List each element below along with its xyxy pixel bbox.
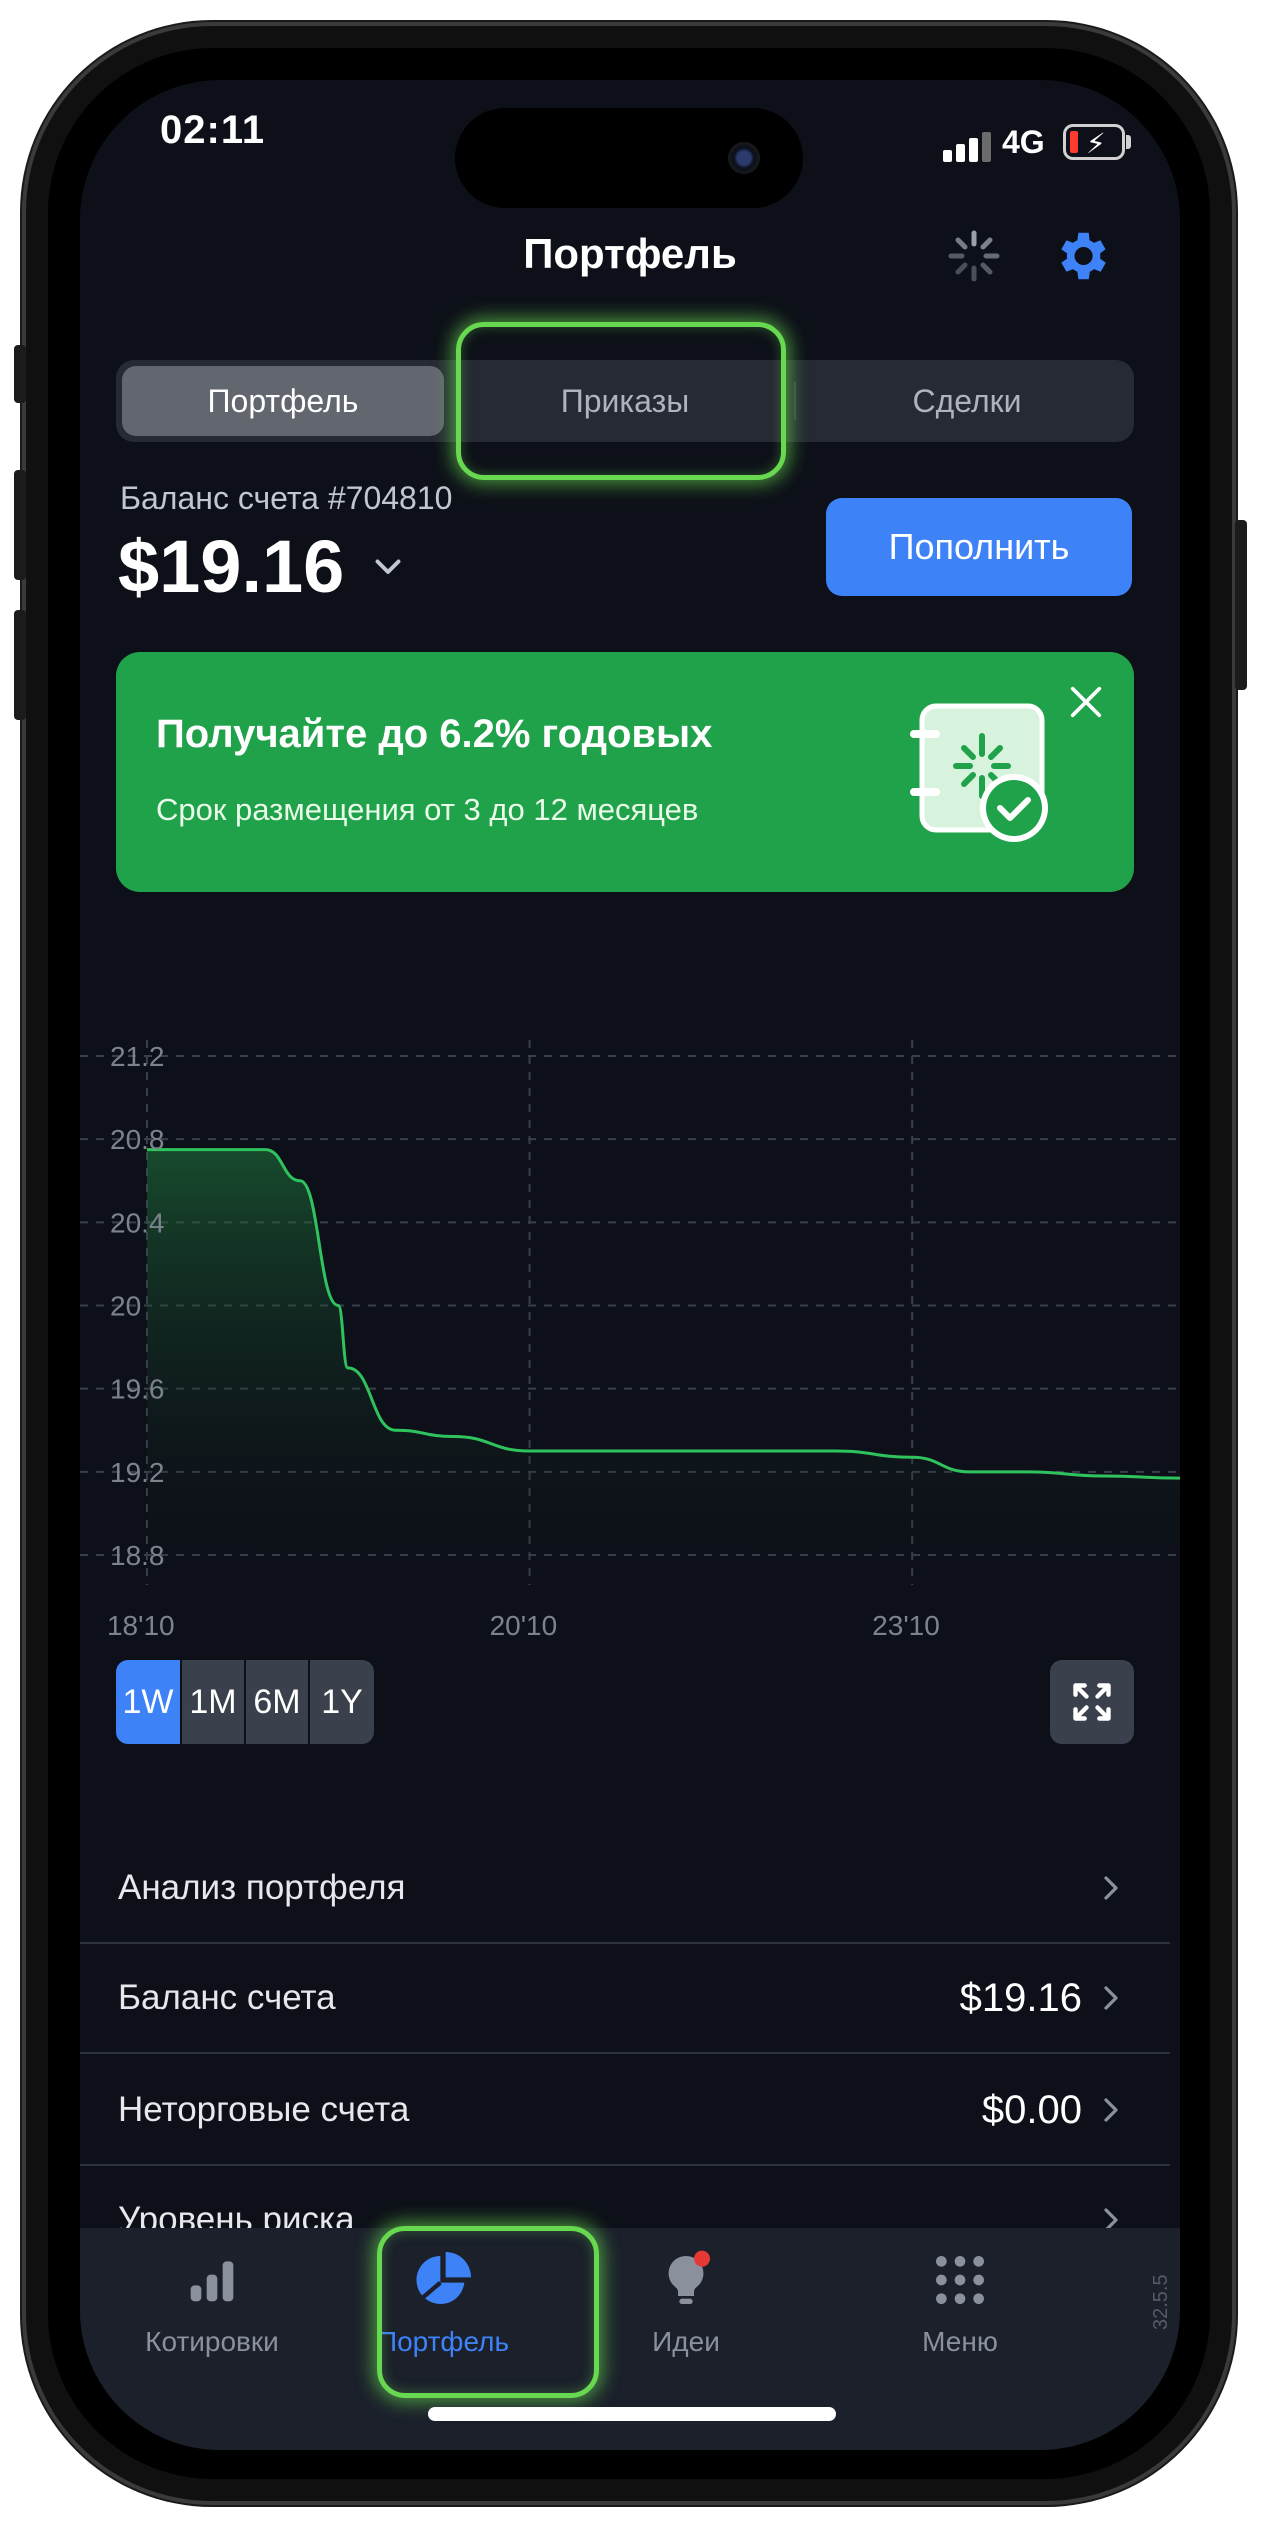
fullscreen-button[interactable] xyxy=(1050,1660,1134,1744)
tab-portfolio[interactable]: Портфель xyxy=(122,366,444,436)
network-type: 4G xyxy=(1002,124,1045,160)
signal-icon xyxy=(943,132,993,162)
battery-icon: ⚡ xyxy=(1063,124,1125,160)
promo-banner[interactable]: Получайте до 6.2% годовых Срок размещени… xyxy=(116,652,1134,892)
period-1w[interactable]: 1W xyxy=(116,1660,180,1744)
period-6m[interactable]: 6M xyxy=(246,1660,308,1744)
list-item-value: $0.00 xyxy=(981,2088,1082,2132)
y-tick-label: 20.4 xyxy=(110,1207,165,1238)
volume-up-button xyxy=(14,470,26,580)
close-icon[interactable] xyxy=(1066,682,1106,722)
list-item-label: Неторговые счета xyxy=(118,2090,410,2129)
lightbulb-icon xyxy=(668,2250,710,2304)
x-axis-ticks: 18'10 20'10 23'10 xyxy=(107,1610,940,1641)
highlight-orders-tab xyxy=(456,322,786,480)
volume-down-button xyxy=(14,610,26,720)
highlight-portfolio-tab xyxy=(377,2226,599,2398)
status-time: 02:11 xyxy=(160,108,266,152)
chevron-right-icon xyxy=(1104,1876,1118,1900)
list-item-value: $19.16 xyxy=(959,1976,1082,2020)
list-item-portfolio-analysis[interactable]: Анализ портфеля xyxy=(80,1832,1170,1944)
x-tick-label: 20'10 xyxy=(490,1610,558,1641)
x-tick-label: 23'10 xyxy=(872,1610,940,1641)
balance-label: Баланс счета #704810 xyxy=(120,480,453,516)
expand-icon xyxy=(1073,1683,1111,1721)
top-up-button[interactable]: Пополнить xyxy=(826,498,1132,596)
y-tick-label: 20 xyxy=(110,1291,141,1322)
x-tick-label: 18'10 xyxy=(107,1610,175,1641)
tabbar-label: Меню xyxy=(922,2326,998,2357)
period-1m[interactable]: 1M xyxy=(182,1660,244,1744)
tabbar-menu[interactable]: Меню xyxy=(850,2248,1070,2358)
chevron-right-icon xyxy=(1104,2098,1118,2122)
list-item-non-trading-accounts[interactable]: Неторговые счета $0.00 xyxy=(80,2054,1170,2166)
chevron-down-icon[interactable] xyxy=(370,548,406,584)
tab-divider xyxy=(794,382,796,420)
battery-tip xyxy=(1126,135,1131,149)
power-button xyxy=(1235,520,1247,690)
tabbar-quotes[interactable]: Котировки xyxy=(102,2248,322,2358)
loading-spinner-icon xyxy=(948,230,1000,282)
y-tick-label: 21.2 xyxy=(110,1041,165,1072)
app-screen: 02:11 4G ⚡ Портфель Портфель Приказы Сде… xyxy=(80,80,1180,2450)
grid-menu-icon xyxy=(936,2256,984,2304)
tab-deals[interactable]: Сделки xyxy=(806,366,1128,436)
promo-subtitle: Срок размещения от 3 до 12 месяцев xyxy=(156,792,699,827)
tabbar-label: Идеи xyxy=(652,2326,720,2357)
settings-gear-icon[interactable] xyxy=(1050,225,1112,287)
deposit-illustration-icon xyxy=(910,703,1048,842)
tabbar-ideas[interactable]: Идеи xyxy=(576,2248,796,2358)
period-1y[interactable]: 1Y xyxy=(310,1660,374,1744)
balance-amount[interactable]: $19.16 xyxy=(118,524,344,609)
front-camera xyxy=(728,142,760,174)
chart-area-fill xyxy=(146,1149,1180,1575)
list-item-label: Баланс счета xyxy=(118,1978,336,2017)
tabbar-label: Котировки xyxy=(145,2326,279,2357)
home-indicator xyxy=(428,2407,836,2421)
y-tick-label: 20.8 xyxy=(110,1124,165,1155)
promo-title: Получайте до 6.2% годовых xyxy=(156,712,713,756)
bar-chart-icon xyxy=(190,2261,234,2302)
y-tick-label: 19.2 xyxy=(110,1457,165,1488)
list-item-label: Анализ портфеля xyxy=(118,1868,406,1907)
app-version: 32.5.5 xyxy=(1150,2274,1172,2330)
y-tick-label: 19.6 xyxy=(110,1374,165,1405)
y-tick-label: 18.8 xyxy=(110,1540,165,1571)
chevron-right-icon xyxy=(1104,1986,1118,2010)
page-title: Портфель xyxy=(523,230,737,277)
mute-switch xyxy=(14,345,26,403)
portfolio-chart[interactable]: 21.2 20.8 20.4 20 19.6 19.2 18.8 18'10 20'10 23'… xyxy=(80,960,1180,1680)
list-item-account-balance[interactable]: Баланс счета $19.16 xyxy=(80,1942,1170,2054)
